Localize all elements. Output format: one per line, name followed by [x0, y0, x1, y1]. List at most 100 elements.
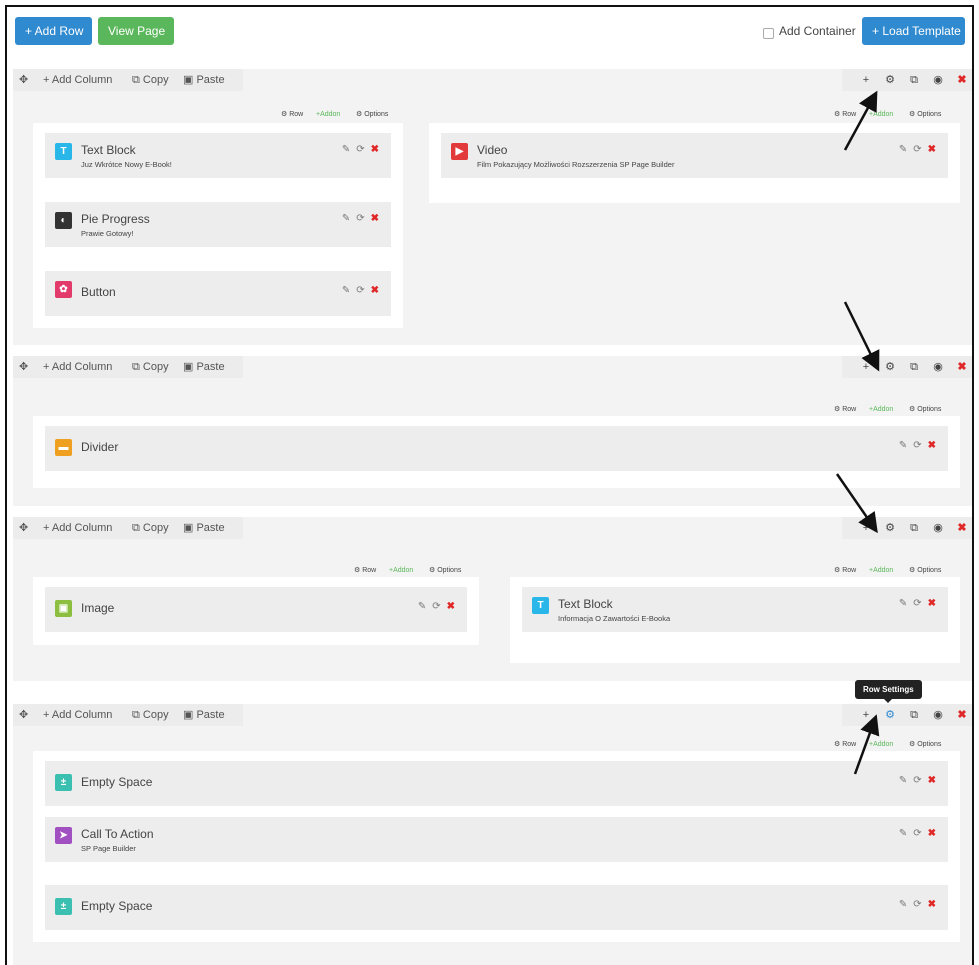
- column-options-link[interactable]: ⚙ Options: [909, 740, 941, 750]
- column-row-link[interactable]: ⚙ Row: [834, 740, 856, 750]
- refresh-icon[interactable]: ⟳: [356, 144, 364, 155]
- refresh-icon[interactable]: ⟳: [913, 598, 921, 609]
- delete-icon[interactable]: ✖: [928, 440, 936, 451]
- edit-icon[interactable]: ✎: [899, 775, 907, 786]
- copy-row-button[interactable]: ⧉ Copy: [132, 356, 169, 378]
- row-settings-icon[interactable]: ⚙: [880, 517, 900, 539]
- edit-icon[interactable]: ✎: [342, 144, 350, 155]
- column-addon-link[interactable]: +Addon: [869, 740, 893, 750]
- addon-video[interactable]: ▶ Video Film Pokazujący Możliwości Rozsz…: [441, 133, 948, 178]
- edit-icon[interactable]: ✎: [342, 285, 350, 296]
- add-row-icon[interactable]: +: [856, 704, 876, 726]
- addon-title: Call To Action: [81, 827, 154, 841]
- refresh-icon[interactable]: ⟳: [356, 213, 364, 224]
- paste-row-button[interactable]: ▣ Paste: [183, 69, 225, 91]
- delete-icon[interactable]: ✖: [928, 828, 936, 839]
- paste-row-button[interactable]: ▣ Paste: [183, 356, 225, 378]
- delete-icon[interactable]: ✖: [371, 285, 379, 296]
- paste-row-button[interactable]: ▣ Paste: [183, 517, 225, 539]
- column-addon-link[interactable]: +Addon: [869, 566, 893, 576]
- add-column-button[interactable]: + Add Column: [43, 517, 112, 539]
- edit-icon[interactable]: ✎: [899, 899, 907, 910]
- copy-row-button[interactable]: ⧉ Copy: [132, 69, 169, 91]
- add-row-icon[interactable]: +: [856, 356, 876, 378]
- column-options-link[interactable]: ⚙ Options: [356, 110, 388, 120]
- column-row-link[interactable]: ⚙ Row: [354, 566, 376, 576]
- addon-image[interactable]: ▣ Image ✎ ⟳ ✖: [45, 587, 467, 632]
- move-row-handle[interactable]: ✥: [19, 517, 28, 539]
- toggle-visibility-icon[interactable]: ◉: [928, 356, 948, 378]
- add-container-checkbox[interactable]: [763, 28, 774, 39]
- edit-icon[interactable]: ✎: [899, 828, 907, 839]
- row-settings-icon[interactable]: ⚙: [880, 69, 900, 91]
- copy-row-icon[interactable]: ⧉: [904, 517, 924, 539]
- delete-row-icon[interactable]: ✖: [952, 69, 972, 91]
- add-column-button[interactable]: + Add Column: [43, 704, 112, 726]
- addon-empty-space[interactable]: ± Empty Space ✎ ⟳ ✖: [45, 885, 948, 930]
- column-options-link[interactable]: ⚙ Options: [429, 566, 461, 576]
- add-row-button[interactable]: + Add Row: [15, 17, 92, 45]
- column-row-link[interactable]: ⚙ Row: [834, 110, 856, 120]
- addon-text-block[interactable]: T Text Block Juz Wkrótce Nowy E-Book! ✎ ⟳…: [45, 133, 391, 178]
- delete-row-icon[interactable]: ✖: [952, 517, 972, 539]
- edit-icon[interactable]: ✎: [342, 213, 350, 224]
- column-row-link[interactable]: ⚙ Row: [834, 566, 856, 576]
- delete-icon[interactable]: ✖: [371, 144, 379, 155]
- copy-row-icon[interactable]: ⧉: [904, 356, 924, 378]
- row-settings-icon[interactable]: ⚙: [880, 356, 900, 378]
- column-addon-link[interactable]: +Addon: [869, 110, 893, 120]
- delete-icon[interactable]: ✖: [928, 775, 936, 786]
- paste-row-button[interactable]: ▣ Paste: [183, 704, 225, 726]
- add-column-button[interactable]: + Add Column: [43, 356, 112, 378]
- delete-icon[interactable]: ✖: [371, 213, 379, 224]
- toggle-visibility-icon[interactable]: ◉: [928, 517, 948, 539]
- addon-call-to-action[interactable]: ➤ Call To Action SP Page Builder ✎ ⟳ ✖: [45, 817, 948, 862]
- delete-icon[interactable]: ✖: [928, 144, 936, 155]
- delete-icon[interactable]: ✖: [447, 601, 455, 612]
- refresh-icon[interactable]: ⟳: [913, 899, 921, 910]
- edit-icon[interactable]: ✎: [899, 598, 907, 609]
- column-addon-link[interactable]: +Addon: [316, 110, 340, 120]
- column-row-link[interactable]: ⚙ Row: [834, 405, 856, 415]
- delete-icon[interactable]: ✖: [928, 899, 936, 910]
- column-options-link[interactable]: ⚙ Options: [909, 405, 941, 415]
- move-row-handle[interactable]: ✥: [19, 69, 28, 91]
- edit-icon[interactable]: ✎: [899, 440, 907, 451]
- add-row-icon[interactable]: +: [856, 69, 876, 91]
- move-row-handle[interactable]: ✥: [19, 704, 28, 726]
- addon-button[interactable]: ✿ Button ✎ ⟳ ✖: [45, 271, 391, 316]
- refresh-icon[interactable]: ⟳: [913, 144, 921, 155]
- column-options-link[interactable]: ⚙ Options: [909, 110, 941, 120]
- delete-row-icon[interactable]: ✖: [952, 704, 972, 726]
- toggle-visibility-icon[interactable]: ◉: [928, 69, 948, 91]
- row-settings-icon[interactable]: ⚙: [880, 704, 900, 726]
- toggle-visibility-icon[interactable]: ◉: [928, 704, 948, 726]
- view-page-button[interactable]: View Page: [98, 17, 174, 45]
- refresh-icon[interactable]: ⟳: [913, 828, 921, 839]
- add-row-icon[interactable]: +: [856, 517, 876, 539]
- delete-row-icon[interactable]: ✖: [952, 356, 972, 378]
- row-settings-tooltip: Row Settings: [855, 680, 922, 703]
- addon-pie-progress[interactable]: ◐ Pie Progress Prawie Gotowy! ✎ ⟳ ✖: [45, 202, 391, 247]
- refresh-icon[interactable]: ⟳: [356, 285, 364, 296]
- addon-empty-space[interactable]: ± Empty Space ✎ ⟳ ✖: [45, 761, 948, 806]
- addon-divider[interactable]: ▬ Divider ✎ ⟳ ✖: [45, 426, 948, 471]
- copy-row-button[interactable]: ⧉ Copy: [132, 704, 169, 726]
- column-options-link[interactable]: ⚙ Options: [909, 566, 941, 576]
- column-row-link[interactable]: ⚙ Row: [281, 110, 303, 120]
- copy-row-icon[interactable]: ⧉: [904, 704, 924, 726]
- refresh-icon[interactable]: ⟳: [913, 775, 921, 786]
- addon-text-block[interactable]: T Text Block Informacja O Zawartości E-B…: [522, 587, 948, 632]
- column-addon-link[interactable]: +Addon: [389, 566, 413, 576]
- refresh-icon[interactable]: ⟳: [913, 440, 921, 451]
- edit-icon[interactable]: ✎: [899, 144, 907, 155]
- column-addon-link[interactable]: +Addon: [869, 405, 893, 415]
- refresh-icon[interactable]: ⟳: [432, 601, 440, 612]
- add-column-button[interactable]: + Add Column: [43, 69, 112, 91]
- move-row-handle[interactable]: ✥: [19, 356, 28, 378]
- copy-row-button[interactable]: ⧉ Copy: [132, 517, 169, 539]
- edit-icon[interactable]: ✎: [418, 601, 426, 612]
- load-template-button[interactable]: + Load Template: [862, 17, 965, 45]
- copy-row-icon[interactable]: ⧉: [904, 69, 924, 91]
- delete-icon[interactable]: ✖: [928, 598, 936, 609]
